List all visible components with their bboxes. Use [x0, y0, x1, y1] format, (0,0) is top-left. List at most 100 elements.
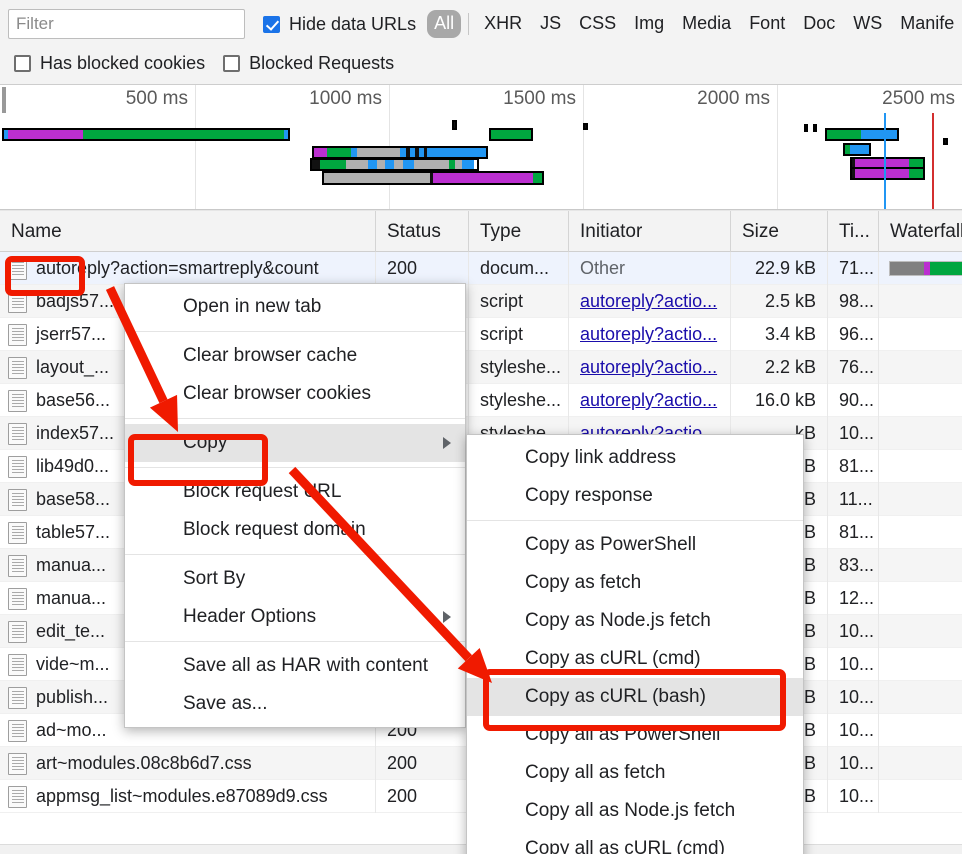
menu-item-label: Copy as PowerShell	[525, 534, 697, 555]
cell-name[interactable]: appmsg_list~modules.e87089d9.css	[0, 780, 375, 813]
menu-item-label: Block request domain	[183, 519, 366, 540]
overview-request-bar	[322, 171, 544, 185]
cell-size: 3.4 kB	[730, 318, 827, 351]
overview-bar-segment	[8, 130, 83, 139]
column-header-status[interactable]: Status	[375, 211, 468, 252]
request-name-label: base56...	[36, 390, 111, 410]
context-menu-item-block-request-domain[interactable]: Block request domain	[125, 511, 465, 549]
cell-size: 2.2 kB	[730, 351, 827, 384]
cell-time: 96...	[827, 318, 878, 351]
cell-type: docum...	[468, 252, 568, 285]
type-filter-manife[interactable]: Manife	[893, 10, 961, 38]
requests-table-header: Name Status Type Initiator Size Ti... Waterfal…	[0, 210, 962, 252]
menu-item-label: Save all as HAR with content	[183, 655, 429, 676]
type-filter-doc[interactable]: Doc	[796, 10, 842, 38]
context-menu-item-header-options[interactable]: Header Options	[125, 598, 465, 636]
copy-submenu-item-copy-all-as-fetch[interactable]: Copy all as fetch	[467, 754, 803, 792]
overview-request-dot	[813, 124, 817, 132]
cell-name[interactable]: autoreply?action=smartreply&count	[0, 252, 375, 285]
document-icon	[8, 752, 27, 775]
document-icon	[8, 323, 27, 346]
column-header-waterfall[interactable]: Waterfall	[878, 211, 962, 252]
cell-initiator[interactable]: autoreply?actio...	[568, 318, 730, 351]
context-menu-item-save-as[interactable]: Save as...	[125, 685, 465, 723]
menu-item-label: Copy link address	[525, 447, 677, 468]
chevron-right-icon	[443, 437, 451, 449]
copy-submenu-item-copy-all-as-node-js-fetch[interactable]: Copy all as Node.js fetch	[467, 792, 803, 830]
cell-time: 10...	[827, 747, 878, 780]
context-menu-item-open-in-new-tab[interactable]: Open in new tab	[125, 288, 465, 326]
overview-request-bar	[850, 167, 925, 180]
overview-request-dot	[583, 123, 588, 130]
column-header-initiator[interactable]: Initiator	[568, 211, 730, 252]
request-name-label: autoreply?action=smartreply&count	[36, 258, 319, 278]
menu-item-label: Copy as fetch	[525, 572, 642, 593]
table-row[interactable]: autoreply?action=smartreply&count 200 docu…	[0, 252, 962, 285]
copy-submenu-item-copy-response[interactable]: Copy response	[467, 477, 803, 515]
overview-bar-segment	[861, 130, 897, 139]
copy-submenu-item-copy-all-as-curl-cmd[interactable]: Copy all as cURL (cmd)	[467, 830, 803, 854]
context-menu[interactable]: Open in new tab Clear browser cache Clear …	[124, 283, 466, 728]
context-menu-item-save-all-as-har-with-content[interactable]: Save all as HAR with content	[125, 647, 465, 685]
context-menu-separator	[125, 467, 465, 468]
context-menu-item-clear-browser-cache[interactable]: Clear browser cache	[125, 337, 465, 375]
document-icon	[8, 290, 27, 313]
blocked-requests-checkbox[interactable]: Blocked Requests	[223, 53, 394, 74]
request-name-label: vide~m...	[36, 654, 110, 674]
column-header-name[interactable]: Name	[0, 211, 375, 252]
cell-waterfall	[878, 780, 962, 813]
cell-waterfall	[878, 384, 962, 417]
type-filter-xhr[interactable]: XHR	[477, 10, 529, 38]
overview-bar-segment	[850, 145, 869, 154]
column-header-time[interactable]: Ti...	[827, 211, 878, 252]
column-header-size[interactable]: Size	[730, 211, 827, 252]
document-icon	[8, 719, 27, 742]
menu-item-label: Copy as Node.js fetch	[525, 610, 711, 631]
cell-time: 10...	[827, 780, 878, 813]
type-filter-ws[interactable]: WS	[846, 10, 889, 38]
overview-bar-segment	[433, 173, 533, 183]
filter-input[interactable]	[8, 9, 245, 39]
context-menu-item-block-request-url[interactable]: Block request URL	[125, 473, 465, 511]
overview-bar-segment	[357, 148, 400, 157]
menu-item-label: Sort By	[183, 568, 246, 589]
cell-initiator[interactable]: autoreply?actio...	[568, 351, 730, 384]
copy-submenu-item-copy-as-curl-bash[interactable]: Copy as cURL (bash)	[467, 678, 803, 716]
copy-submenu[interactable]: Copy link address Copy response Copy as Po…	[466, 434, 804, 854]
type-filter-img[interactable]: Img	[627, 10, 671, 38]
waterfall-segment	[930, 262, 962, 275]
cell-initiator[interactable]: Other	[568, 252, 730, 285]
has-blocked-cookies-checkbox[interactable]: Has blocked cookies	[14, 53, 205, 74]
type-filter-media[interactable]: Media	[675, 10, 738, 38]
cell-name[interactable]: art~modules.08c8b6d7.css	[0, 747, 375, 780]
overview-request-bar	[843, 143, 871, 156]
network-overview-timeline[interactable]: 500 ms 1000 ms 1500 ms 2000 ms 2500 ms	[0, 85, 962, 210]
overview-request-dot	[804, 124, 808, 132]
type-filter-font[interactable]: Font	[742, 10, 792, 38]
document-icon	[8, 554, 27, 577]
cell-time: 10...	[827, 714, 878, 747]
hide-data-urls-checkbox[interactable]: Hide data URLs	[263, 14, 416, 35]
cell-initiator[interactable]: autoreply?actio...	[568, 384, 730, 417]
menu-item-label: Clear browser cookies	[183, 383, 371, 404]
context-menu-item-sort-by[interactable]: Sort By	[125, 560, 465, 598]
copy-submenu-item-copy-link-address[interactable]: Copy link address	[467, 439, 803, 477]
cell-time: 81...	[827, 516, 878, 549]
copy-submenu-item-copy-all-as-powershell[interactable]: Copy all as PowerShell	[467, 716, 803, 754]
cell-waterfall	[878, 747, 962, 780]
column-header-type[interactable]: Type	[468, 211, 568, 252]
type-filter-all[interactable]: All	[427, 10, 462, 38]
context-menu-item-copy[interactable]: Copy	[125, 424, 465, 462]
copy-submenu-item-copy-as-curl-cmd[interactable]: Copy as cURL (cmd)	[467, 640, 803, 678]
type-filter-js[interactable]: JS	[533, 10, 568, 38]
overview-bar-segment	[377, 160, 385, 169]
copy-submenu-item-copy-as-fetch[interactable]: Copy as fetch	[467, 564, 803, 602]
overview-bar-segment	[827, 130, 861, 139]
overview-bar-segment	[491, 130, 531, 139]
request-name-label: base58...	[36, 489, 111, 509]
context-menu-item-clear-browser-cookies[interactable]: Clear browser cookies	[125, 375, 465, 413]
copy-submenu-item-copy-as-powershell[interactable]: Copy as PowerShell	[467, 526, 803, 564]
type-filter-css[interactable]: CSS	[572, 10, 623, 38]
cell-initiator[interactable]: autoreply?actio...	[568, 285, 730, 318]
copy-submenu-item-copy-as-node-js-fetch[interactable]: Copy as Node.js fetch	[467, 602, 803, 640]
